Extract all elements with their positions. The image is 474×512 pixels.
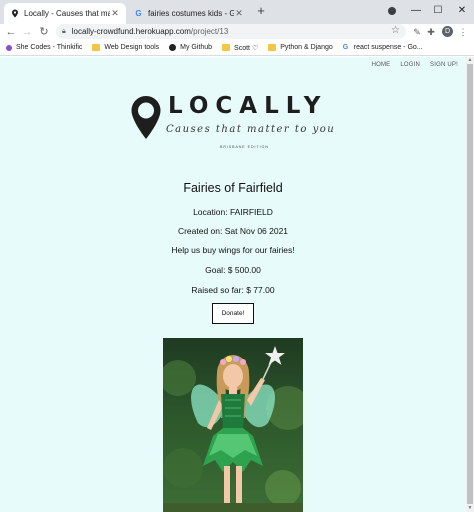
bookmark-label: Scott ♡: [234, 44, 259, 52]
tab-title: Locally - Causes that matter to you: [24, 9, 110, 18]
url-path: /project/13: [190, 27, 229, 36]
bookmark-label: Web Design tools: [104, 44, 160, 51]
project-raised: Raised so far: $ 77.00: [191, 285, 275, 295]
close-window-button[interactable]: ✕: [450, 2, 474, 20]
new-tab-button[interactable]: +: [254, 4, 268, 18]
tab-locally[interactable]: Locally - Causes that matter to you ✕: [4, 3, 126, 24]
google-icon: G: [135, 9, 142, 18]
location-pin-icon: [131, 96, 161, 139]
profile-avatar[interactable]: D: [442, 26, 453, 37]
back-icon[interactable]: ←: [4, 24, 18, 40]
folder-icon: [268, 44, 277, 51]
project-goal: Goal: $ 500.00: [205, 265, 261, 275]
nav-login-link[interactable]: LOGIN: [400, 62, 420, 68]
scroll-up-arrow-icon[interactable]: ▲: [466, 57, 474, 64]
folder-icon: [222, 44, 231, 51]
forward-icon[interactable]: →: [20, 24, 34, 40]
bookmark-web-design-tools[interactable]: Web Design tools: [92, 44, 159, 51]
puzzle-extensions-icon[interactable]: ✚: [424, 25, 438, 39]
scrollbar-thumb[interactable]: [467, 64, 473, 504]
bookmark-label: react suspense - Go...: [353, 44, 423, 51]
project-title: Fairies of Fairfield: [183, 181, 283, 195]
menu-kebab-icon[interactable]: ⋮: [456, 25, 470, 39]
github-icon: [169, 44, 177, 51]
bookmarks-bar: She Codes - Thinkific Web Design tools M…: [0, 40, 474, 56]
lock-icon[interactable]: 🔒︎: [62, 28, 66, 36]
page-content: HOME LOGIN SIGN UP! LOCALLY Causes that …: [0, 57, 466, 512]
tab-title: fairies costumes kids - Google Search: [148, 9, 234, 18]
reload-icon[interactable]: ↻: [37, 24, 51, 40]
bookmark-github[interactable]: My Github: [169, 44, 212, 51]
project-created-date: Created on: Sat Nov 06 2021: [177, 226, 289, 236]
bookmark-react-suspense[interactable]: G react suspense - Go...: [343, 44, 423, 51]
pen-extension-icon[interactable]: ✎: [410, 25, 424, 39]
browser-toolbar: ← → ↻ 🔒︎ locally-crowdfund.herokuapp.com…: [0, 24, 474, 40]
logo-wordmark: LOCALLY: [168, 93, 328, 119]
folder-icon: [92, 44, 101, 51]
site-nav: HOME LOGIN SIGN UP!: [372, 62, 458, 68]
bookmark-python-django[interactable]: Python & Django: [268, 44, 333, 51]
project-description: Help us buy wings for our fairies!: [171, 245, 295, 255]
project-photo: [163, 338, 303, 512]
address-bar[interactable]: 🔒︎ locally-crowdfund.herokuapp.com/proje…: [56, 24, 406, 39]
tab-google-search[interactable]: G fairies costumes kids - Google Search …: [128, 3, 250, 24]
bookmark-star-icon[interactable]: ☆: [391, 25, 400, 36]
project-location: Location: FAIRFIELD: [193, 207, 273, 217]
close-tab-icon[interactable]: ✕: [110, 8, 120, 19]
thinkific-icon: [6, 44, 12, 51]
url-host: locally-crowdfund.herokuapp.com: [71, 27, 191, 36]
tab-strip: Locally - Causes that matter to you ✕ G …: [0, 0, 474, 24]
bookmark-thinkific[interactable]: She Codes - Thinkific: [6, 44, 82, 51]
nav-home-link[interactable]: HOME: [372, 62, 391, 68]
logo-tagline: Causes that matter to you: [166, 124, 336, 135]
bookmark-label: My Github: [180, 44, 213, 51]
minimize-button[interactable]: —: [404, 2, 428, 20]
site-logo[interactable]: LOCALLY Causes that matter to you BRISBA…: [126, 91, 336, 161]
scroll-down-arrow-icon[interactable]: ▼: [466, 505, 474, 512]
google-icon: G: [342, 44, 349, 51]
media-indicator-icon[interactable]: [388, 7, 396, 15]
nav-signup-link[interactable]: SIGN UP!: [430, 62, 458, 68]
donate-button[interactable]: Donate!: [212, 303, 254, 324]
maximize-button[interactable]: ☐: [426, 2, 450, 20]
close-tab-icon[interactable]: ✕: [234, 8, 244, 19]
bookmark-label: Python & Django: [280, 44, 333, 51]
logo-edition: BRISBANE EDITION: [220, 145, 269, 149]
bookmark-label: She Codes - Thinkific: [16, 44, 83, 51]
bookmark-scott[interactable]: Scott ♡: [222, 44, 258, 52]
pin-icon: [10, 9, 19, 18]
